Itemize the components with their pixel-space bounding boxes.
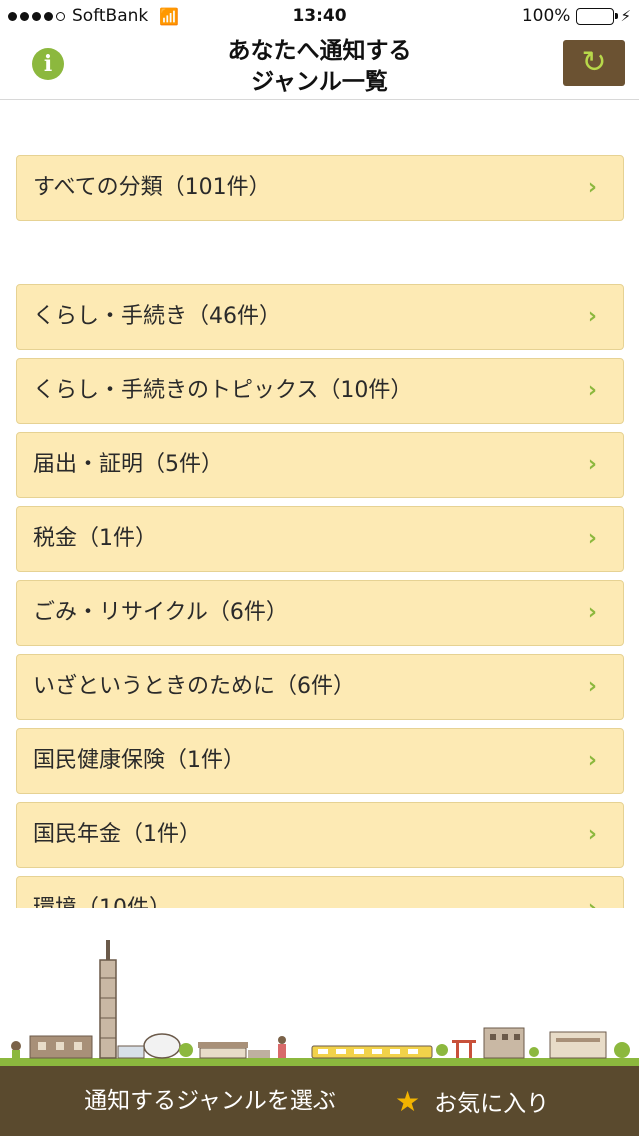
chevron-right-icon: ›	[587, 674, 597, 699]
chevron-right-icon: ›	[587, 452, 597, 477]
chevron-right-icon: ›	[587, 600, 597, 625]
list-item-label: くらし・手続き（46件）	[33, 304, 281, 329]
list-item-label: いざというときのために（6件）	[33, 674, 355, 699]
list-item-label: ごみ・リサイクル（6件）	[33, 600, 288, 625]
battery-icon	[576, 7, 619, 25]
status-bar: SoftBank 📶 13:40 100% ⚡	[0, 0, 639, 34]
list-item[interactable]: 国民年金（1件） ›	[16, 802, 624, 868]
chevron-right-icon: ›	[587, 822, 597, 847]
list-item[interactable]: 国民健康保険（1件） ›	[16, 728, 624, 794]
list-item-label: 環境（10件）	[33, 877, 171, 908]
battery-percent: 100%	[521, 6, 571, 26]
page-title: あなたへ通知する ジャンル一覧	[0, 36, 639, 98]
nav-header: i あなたへ通知する ジャンル一覧 ↻	[0, 34, 639, 100]
list-item[interactable]: いざというときのために（6件） ›	[16, 654, 624, 720]
chevron-right-icon: ›	[587, 175, 597, 200]
refresh-icon: ↻	[581, 45, 607, 80]
town-skyline-image	[0, 940, 639, 1066]
star-icon: ★	[395, 1084, 421, 1118]
chevron-right-icon: ›	[588, 877, 597, 908]
chevron-right-icon: ›	[587, 748, 597, 773]
chevron-right-icon: ›	[587, 304, 597, 329]
page-title-line1: あなたへ通知する	[227, 38, 412, 64]
list-item[interactable]: ごみ・リサイクル（6件） ›	[16, 580, 624, 646]
chevron-right-icon: ›	[587, 378, 597, 403]
town-illustration	[0, 908, 639, 1066]
charging-icon: ⚡	[620, 7, 631, 25]
tab-favorites[interactable]: ★ お気に入り	[395, 1066, 549, 1136]
list-item-label: 国民年金（1件）	[33, 822, 201, 847]
list-item[interactable]: くらし・手続き（46件） ›	[16, 284, 624, 350]
battery-area: 100% ⚡	[522, 6, 631, 26]
list-item-label: くらし・手続きのトピックス（10件）	[33, 378, 413, 403]
chevron-right-icon: ›	[587, 526, 597, 551]
tab-select-genre[interactable]: 通知するジャンルを選ぶ	[0, 1066, 420, 1136]
genre-list[interactable]: すべての分類（101件） › くらし・手続き（46件） › くらし・手続きのトピ…	[0, 100, 639, 908]
list-item[interactable]: 届出・証明（5件） ›	[16, 432, 624, 498]
tab-favorites-label: お気に入り	[434, 1091, 550, 1117]
list-item-label: 税金（1件）	[33, 526, 157, 551]
list-item[interactable]: くらし・手続きのトピックス（10件） ›	[16, 358, 624, 424]
list-item-label: 届出・証明（5件）	[33, 452, 223, 477]
page-title-line2: ジャンル一覧	[251, 69, 388, 95]
bottom-tab-bar: 通知するジャンルを選ぶ ★ お気に入り	[0, 1066, 639, 1136]
list-item[interactable]: 環境（10件） ›	[16, 876, 624, 908]
list-item-all-categories[interactable]: すべての分類（101件） ›	[16, 155, 624, 221]
list-item-label: 国民健康保険（1件）	[33, 748, 245, 773]
list-item-label: すべての分類（101件）	[33, 175, 271, 200]
list-item[interactable]: 税金（1件） ›	[16, 506, 624, 572]
refresh-button[interactable]: ↻	[563, 40, 625, 86]
